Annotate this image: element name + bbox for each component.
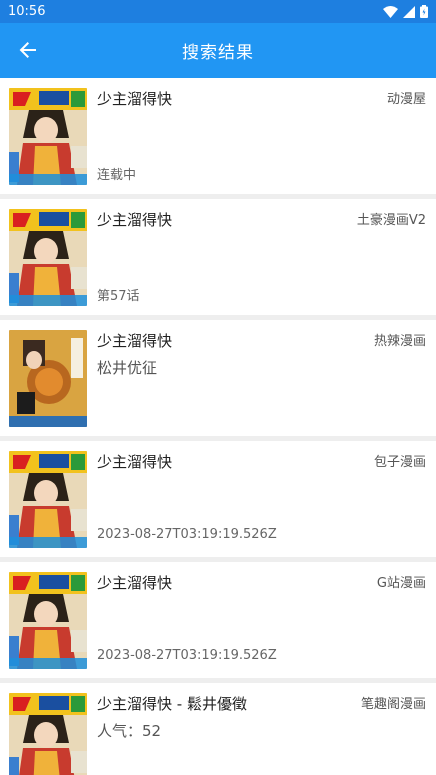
result-info: 少主溜得快 - 鬆井優徵 笔趣阁漫画人气：52 bbox=[87, 683, 436, 775]
wifi-icon bbox=[383, 5, 398, 18]
result-info: 少主溜得快 包子漫画 2023-08-27T03:19:19.526Z bbox=[87, 441, 436, 557]
result-status: 连载中 bbox=[97, 168, 137, 183]
result-status: 2023-08-27T03:19:19.526Z bbox=[97, 527, 277, 542]
cover-image bbox=[9, 693, 87, 775]
back-button[interactable] bbox=[14, 36, 42, 64]
status-icons bbox=[383, 5, 428, 18]
result-source: G站漫画 bbox=[376, 576, 426, 591]
signal-icon bbox=[403, 5, 415, 18]
app-bar: 搜索结果 bbox=[0, 23, 436, 78]
result-source: 土豪漫画V2 bbox=[356, 213, 426, 228]
cover-image bbox=[9, 209, 87, 306]
cover-image bbox=[9, 330, 87, 427]
result-info: 少主溜得快 动漫屋连载中 bbox=[87, 78, 436, 194]
result-source: 笔趣阁漫画 bbox=[360, 697, 426, 712]
result-info: 少主溜得快 土豪漫画V2 第57话 bbox=[87, 199, 436, 315]
result-info: 少主溜得快 G站漫画 2023-08-27T03:19:19.526Z bbox=[87, 562, 436, 678]
result-author: 人气：52 bbox=[97, 722, 162, 740]
cover-image bbox=[9, 451, 87, 548]
result-source: 动漫屋 bbox=[386, 92, 426, 107]
result-title: 少主溜得快 bbox=[97, 574, 173, 592]
arrow-back-icon bbox=[19, 42, 36, 58]
result-title: 少主溜得快 bbox=[97, 90, 173, 108]
page-title: 搜索结果 bbox=[182, 43, 254, 63]
result-title: 少主溜得快 bbox=[97, 453, 173, 471]
result-source: 包子漫画 bbox=[373, 455, 426, 470]
result-card[interactable]: 少主溜得快 土豪漫画V2 第57话 bbox=[0, 199, 436, 315]
search-result-list[interactable]: 少主溜得快 动漫屋 连载中 少主溜得快 土豪漫画V2 第57话 少主溜得快 热辣漫画 松井优征少… bbox=[0, 78, 436, 775]
result-source: 热辣漫画 bbox=[373, 334, 426, 349]
battery-icon bbox=[420, 5, 428, 18]
result-card[interactable]: 少主溜得快 动漫屋连载中 bbox=[0, 78, 436, 194]
result-card[interactable]: 少主溜得快 G站漫画 2023-08-27T03:19:19.526Z bbox=[0, 562, 436, 678]
result-info: 少主溜得快 热辣漫画松井优征 bbox=[87, 320, 436, 436]
result-status: 第57话 bbox=[97, 289, 140, 304]
result-title: 少主溜得快 - 鬆井優徵 bbox=[97, 695, 247, 713]
status-bar: 10:56 bbox=[0, 0, 436, 23]
result-author: 松井优征 bbox=[97, 359, 158, 377]
result-title: 少主溜得快 bbox=[97, 211, 173, 229]
cover-image bbox=[9, 572, 87, 669]
result-card[interactable]: 少主溜得快 - 鬆井優徵 笔趣阁漫画人气：52 bbox=[0, 683, 436, 775]
result-card[interactable]: 少主溜得快 热辣漫画松井优征 bbox=[0, 320, 436, 436]
result-title: 少主溜得快 bbox=[97, 332, 173, 350]
result-status: 2023-08-27T03:19:19.526Z bbox=[97, 648, 277, 663]
status-time: 10:56 bbox=[8, 4, 46, 19]
cover-image bbox=[9, 88, 87, 185]
result-card[interactable]: 少主溜得快 包子漫画 2023-08-27T03:19:19.526Z bbox=[0, 441, 436, 557]
